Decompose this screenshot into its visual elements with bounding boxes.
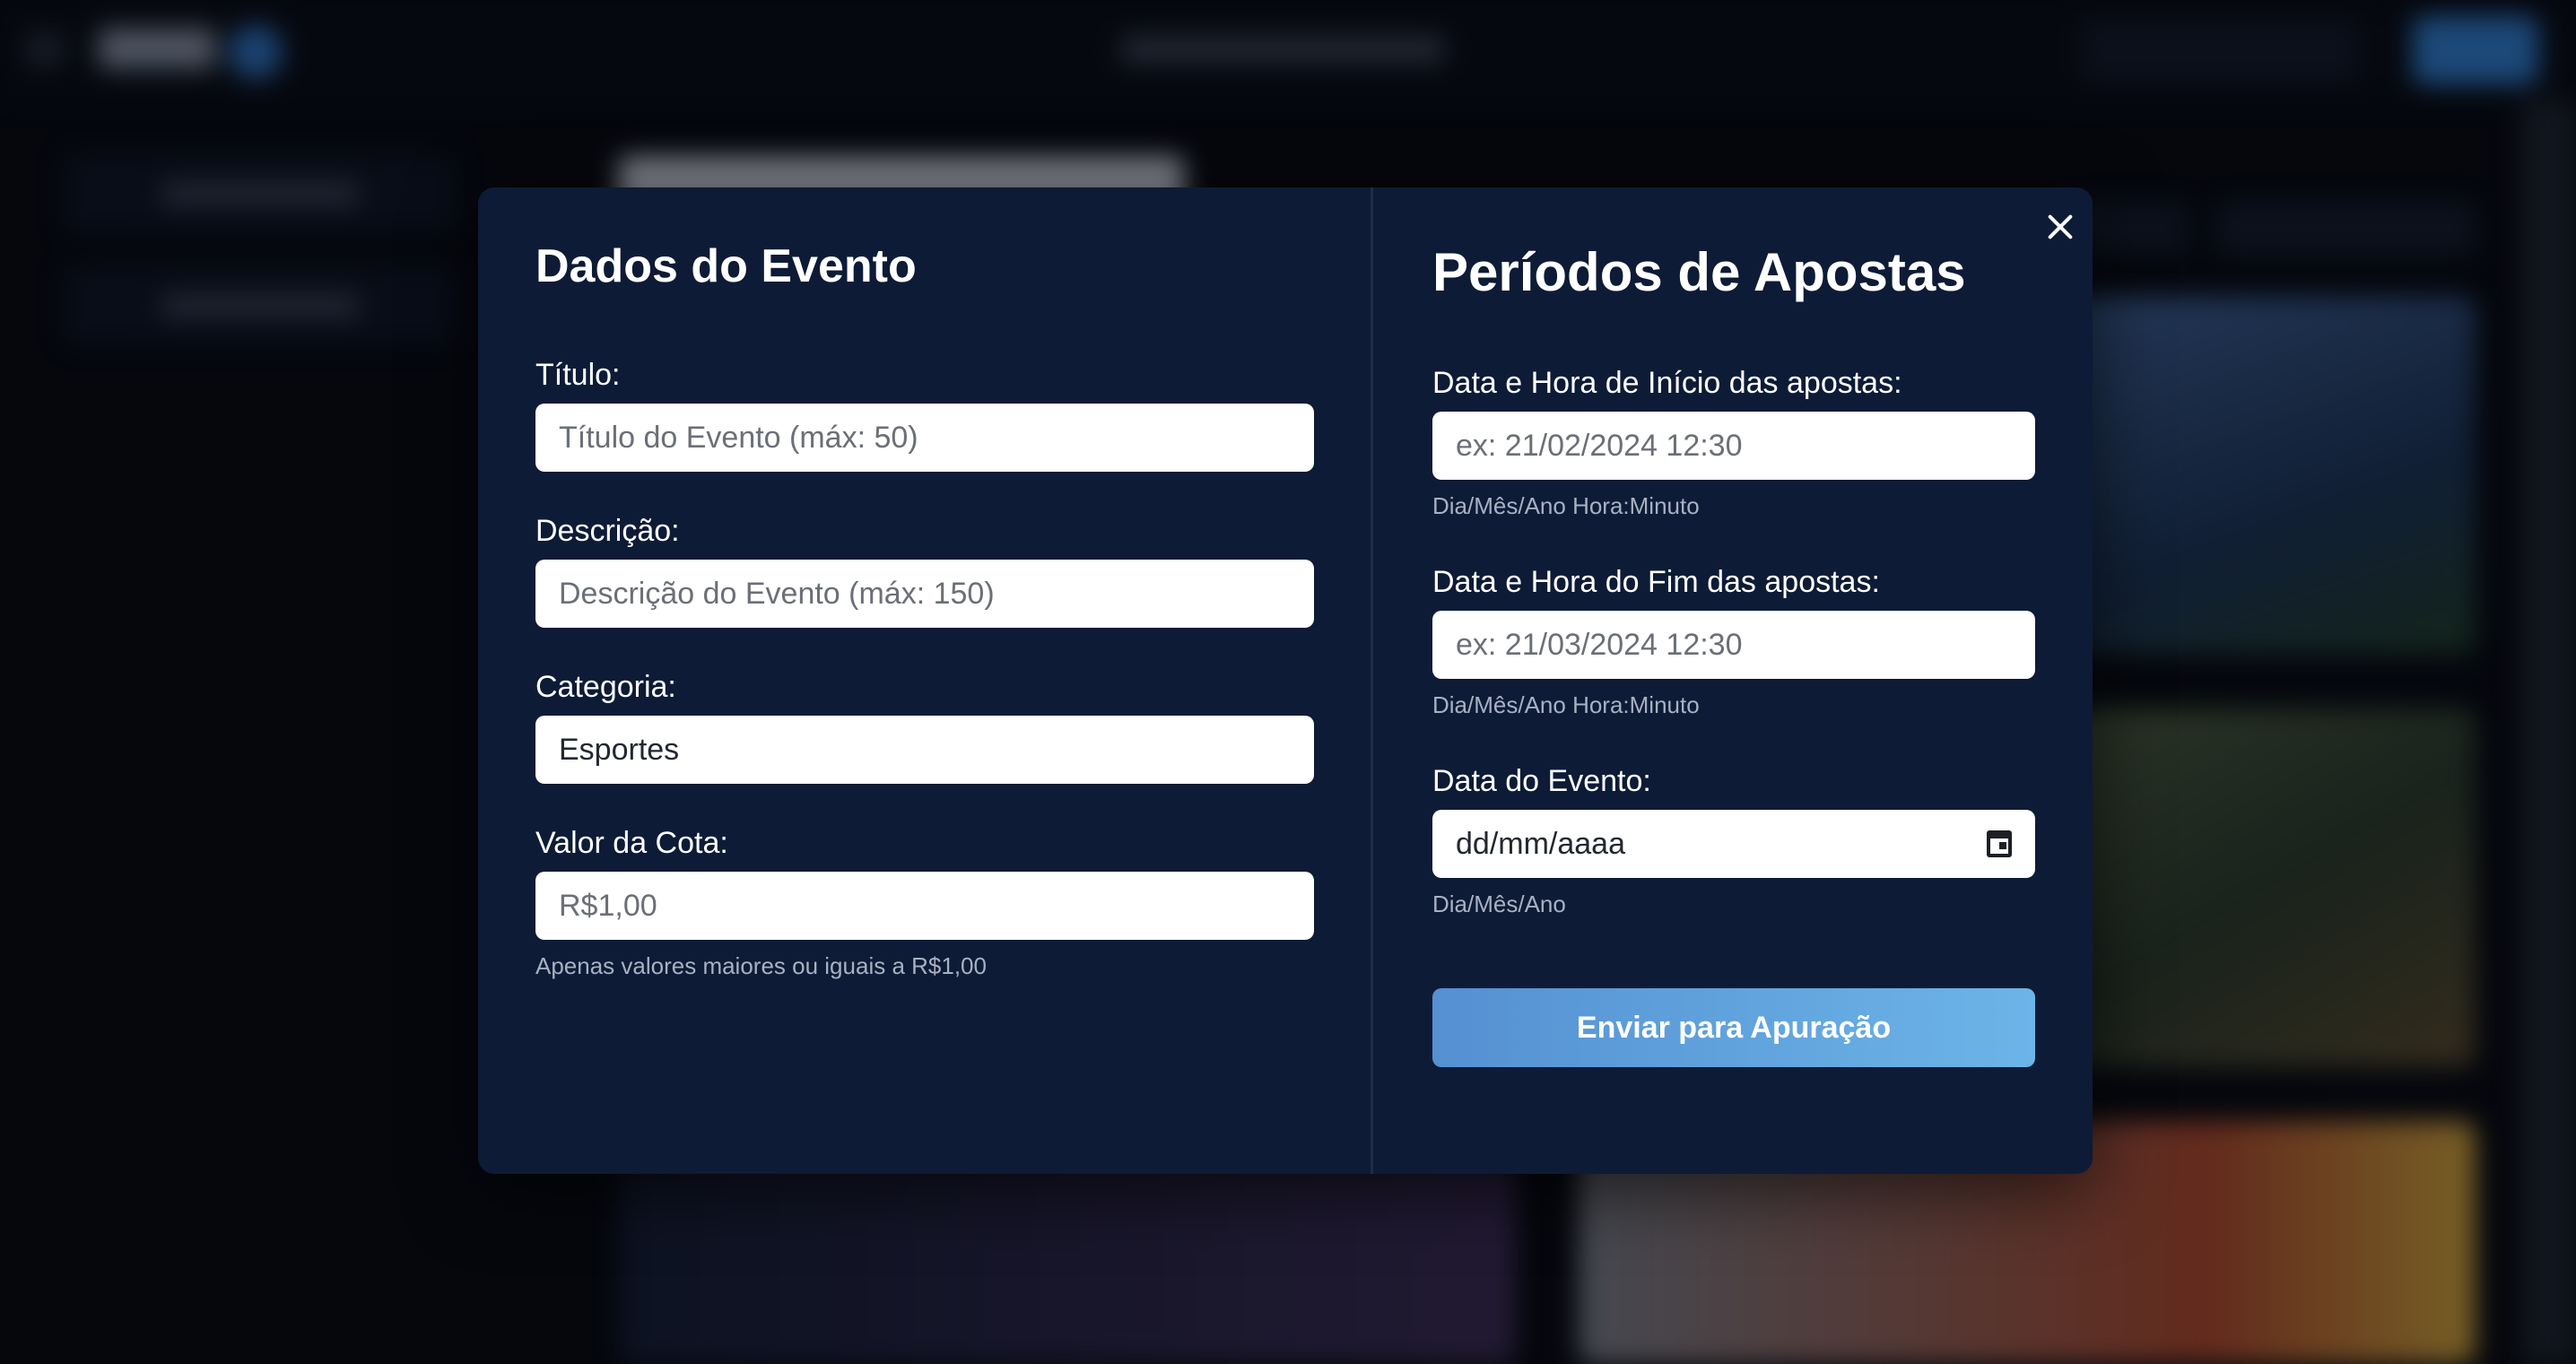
descricao-field: Descrição: [535,514,1314,628]
top-navbar [0,0,2576,100]
valor-input[interactable] [535,872,1314,940]
modal-divider [1371,187,1373,1174]
fim-label: Data e Hora do Fim das apostas: [1432,565,1880,599]
valor-label: Valor da Cota: [535,826,728,860]
filter-chip [2215,202,2476,256]
calendar-icon[interactable] [1987,830,2012,857]
valor-hint: Apenas valores maiores ou iguais a R$1,0… [535,952,987,979]
titulo-label: Título: [535,358,621,392]
navbar-title [1121,36,1444,63]
categoria-field: Categoria: Esportes [535,670,1314,784]
fim-field: Data e Hora do Fim das apostas: Dia/Mês/… [1432,565,2035,719]
categoria-selected-value: Esportes [559,732,680,767]
descricao-input[interactable] [535,560,1314,628]
logo [99,29,215,68]
menu-icon [27,34,63,65]
event-card [619,1157,1516,1364]
sidebar-item [63,265,457,345]
inicio-field: Data e Hora de Início das apostas: Dia/M… [1432,366,2035,520]
betting-periods-title: Períodos de Apostas [1432,242,1966,302]
submit-button[interactable]: Enviar para Apuração [1432,988,2035,1067]
evento-date-input[interactable]: dd/mm/aaaa [1432,810,2035,878]
evento-label: Data do Evento: [1432,764,1651,798]
event-data-title: Dados do Evento [535,240,917,292]
close-icon[interactable] [2041,207,2080,247]
create-event-modal: Dados do Evento Título: Descrição: Categ… [478,187,2093,1174]
sidebar-item [63,152,457,233]
evento-date-value: dd/mm/aaaa [1456,826,1625,861]
evento-field: Data do Evento: dd/mm/aaaa Dia/Mês/Ano [1432,764,2035,918]
login-button [2413,16,2538,84]
event-card [2063,296,2476,655]
scrollbar [2520,100,2576,1364]
titulo-input[interactable] [535,404,1314,472]
inicio-hint: Dia/Mês/Ano Hora:Minuto [1432,492,1700,519]
categoria-select[interactable]: Esportes [535,716,1314,784]
logo-badge [229,25,283,79]
valor-field: Valor da Cota: Apenas valores maiores ou… [535,826,1314,980]
categoria-label: Categoria: [535,670,676,704]
evento-hint: Dia/Mês/Ano [1432,891,1566,917]
inicio-label: Data e Hora de Início das apostas: [1432,366,1902,400]
fim-hint: Dia/Mês/Ano Hora:Minuto [1432,691,1700,718]
descricao-label: Descrição: [535,514,680,548]
event-card [2063,708,2476,1067]
titulo-field: Título: [535,358,1314,472]
inicio-input[interactable] [1432,412,2035,480]
fim-input[interactable] [1432,611,2035,679]
wallet-button [2081,20,2359,83]
